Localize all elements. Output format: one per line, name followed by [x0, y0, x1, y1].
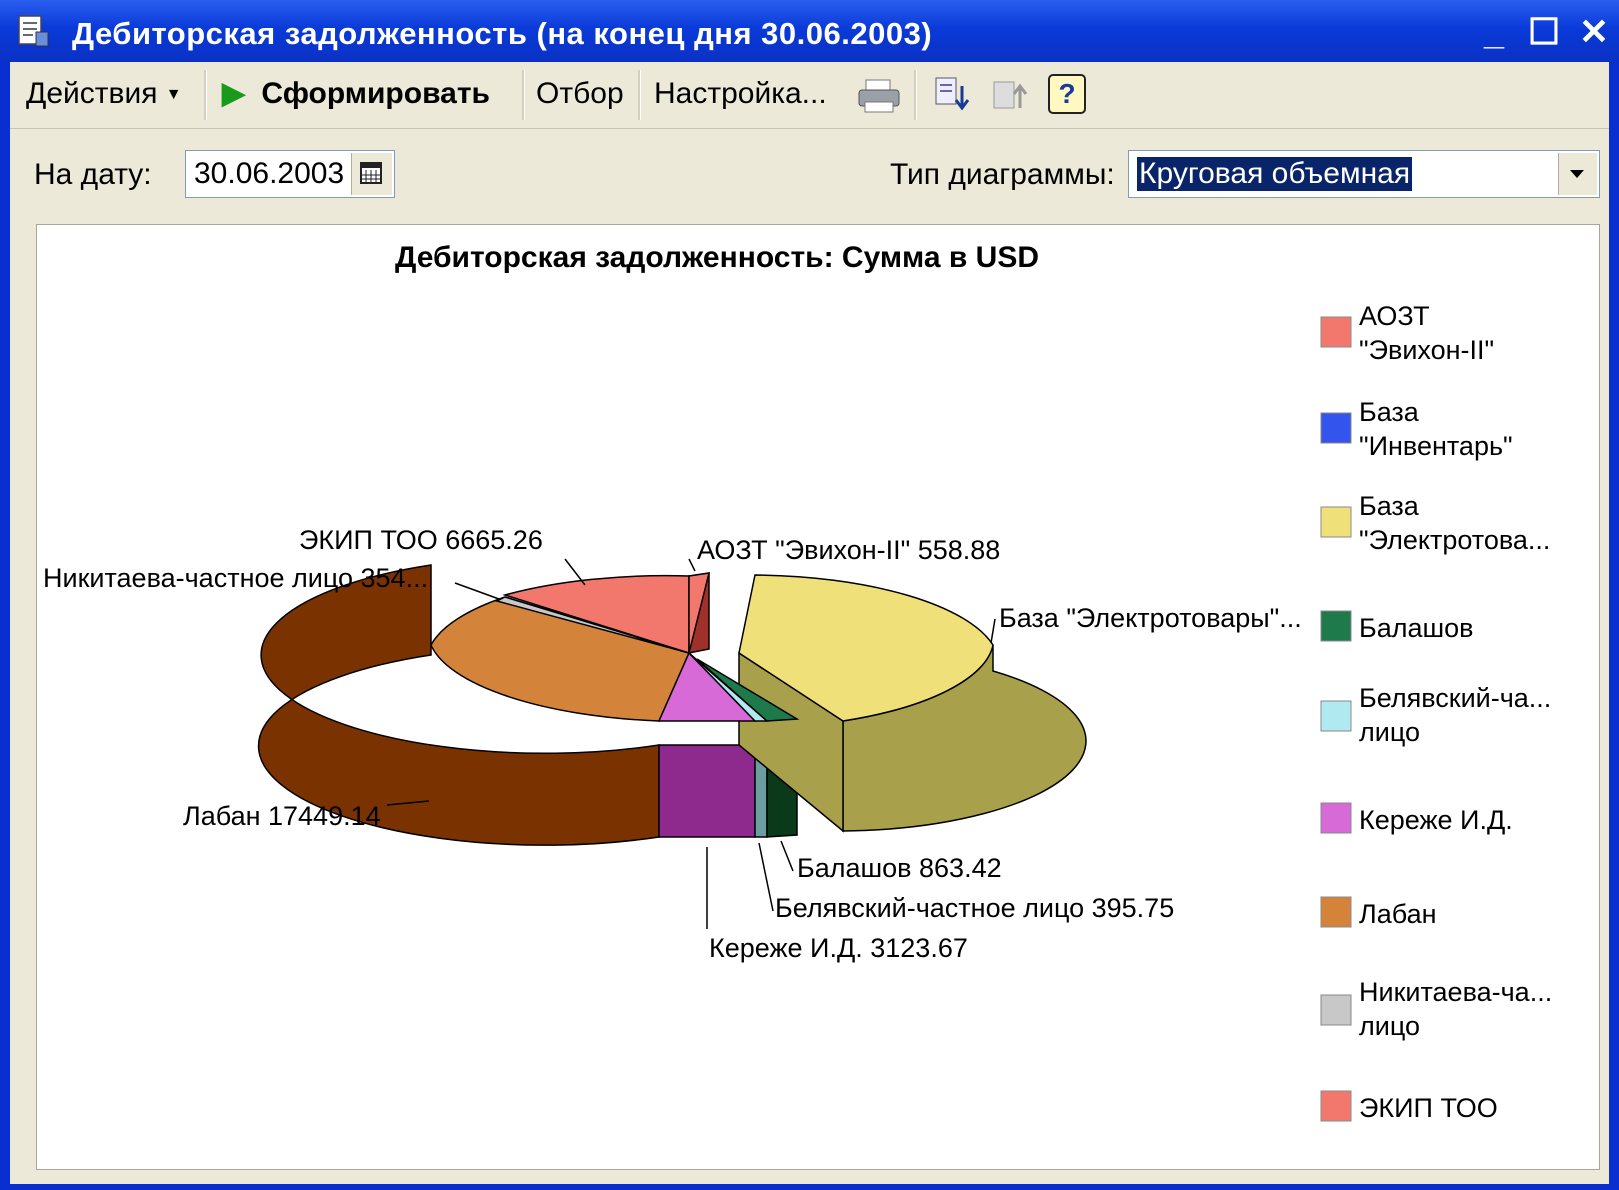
document-icon [18, 15, 49, 47]
printer-icon[interactable] [856, 76, 902, 116]
toolbar-separator [914, 70, 917, 120]
window-body: Действия ▼ ▶ Сформировать Отбор Настройк… [10, 62, 1609, 1184]
legend-swatch [1320, 994, 1352, 1026]
legend-swatch [1320, 700, 1352, 732]
legend-swatch [1320, 316, 1352, 348]
label-nikitaeva: Никитаева-частное лицо 354... [43, 563, 428, 593]
toolbar-separator [522, 70, 525, 120]
settings-button[interactable]: Настройка... [654, 72, 827, 116]
generate-label: Сформировать [261, 77, 490, 110]
legend-item: Белявский-ча... [1359, 683, 1551, 713]
legend-item: Кереже И.Д. [1359, 805, 1513, 835]
date-label: На дату: [34, 158, 152, 191]
window-title: Дебиторская задолженность (на конец дня … [72, 16, 933, 51]
chevron-down-icon [1570, 170, 1584, 178]
help-icon[interactable]: ? [1048, 74, 1086, 114]
actions-label: Действия [26, 77, 158, 110]
chart-legend: АОЗТ "Эвихон-II" База "Инвентарь" База "… [1320, 301, 1552, 1123]
chart-type-label: Тип диаграммы: [890, 158, 1115, 191]
legend-swatch [1320, 1090, 1352, 1122]
legend-item: ЭКИП ТОО [1359, 1093, 1498, 1123]
toolbar-separator [204, 70, 207, 120]
date-value: 30.06.2003 [194, 157, 345, 190]
legend-item: "Инвентарь" [1359, 431, 1513, 461]
legend-item: База [1359, 397, 1420, 427]
legend-swatch [1320, 412, 1352, 444]
chart-title: Дебиторская задолженность: Сумма в USD [395, 241, 1039, 274]
download-icon[interactable] [932, 74, 976, 118]
upload-icon[interactable] [990, 74, 1034, 118]
minimize-button[interactable]: _ [1474, 12, 1514, 52]
chart-area: Дебиторская задолженность: Сумма в USD Э… [36, 224, 1600, 1170]
label-aozt: АОЗТ "Эвихон-II" 558.88 [697, 535, 1000, 565]
filter-button[interactable]: Отбор [536, 72, 624, 116]
legend-swatch [1320, 506, 1352, 538]
legend-item: Лабан [1359, 899, 1437, 929]
close-button[interactable]: ✕ [1574, 12, 1614, 52]
pie-chart: Дебиторская задолженность: Сумма в USD Э… [43, 241, 1552, 1123]
legend-item: База [1359, 491, 1420, 521]
report-window: Дебиторская задолженность (на конец дня … [0, 0, 1619, 1190]
legend-item: лицо [1359, 717, 1420, 747]
label-kerezhe: Кереже И.Д. 3123.67 [709, 933, 968, 963]
legend-swatch [1320, 610, 1352, 642]
legend-item: Никитаева-ча... [1359, 977, 1552, 1007]
actions-menu[interactable]: Действия ▼ [26, 72, 182, 116]
calendar-button[interactable] [351, 153, 392, 195]
toolbar: Действия ▼ ▶ Сформировать Отбор Настройк… [10, 62, 1609, 129]
calendar-icon [360, 162, 382, 184]
label-electro: База "Электротовары"... [999, 603, 1302, 633]
label-belyavsky: Белявский-частное лицо 395.75 [775, 893, 1174, 923]
slice-kerezhe-side [658, 744, 756, 838]
maximize-button[interactable]: ☐ [1524, 12, 1564, 52]
legend-item: АОЗТ [1359, 301, 1430, 331]
legend-item: "Электротова... [1359, 525, 1550, 555]
play-icon: ▶ [222, 77, 246, 110]
legend-swatch [1320, 802, 1352, 834]
chart-type-value: Круговая объемная [1137, 157, 1413, 191]
legend-item: "Эвихон-II" [1359, 335, 1494, 365]
generate-button[interactable]: ▶ Сформировать [222, 72, 490, 116]
legend-item: Балашов [1359, 613, 1474, 643]
chart-type-select[interactable]: Круговая объемная [1128, 150, 1600, 198]
toolbar-separator [638, 70, 641, 120]
title-bar[interactable]: Дебиторская задолженность (на конец дня … [0, 0, 1619, 62]
date-input[interactable]: 30.06.2003 [185, 150, 395, 198]
label-laban: Лабан 17449.14 [183, 801, 381, 831]
legend-item: лицо [1359, 1011, 1420, 1041]
chevron-down-icon: ▼ [165, 86, 182, 104]
label-ekip: ЭКИП ТОО 6665.26 [299, 525, 543, 555]
legend-swatch [1320, 896, 1352, 928]
dropdown-button[interactable] [1558, 153, 1597, 195]
label-balashov: Балашов 863.42 [797, 853, 1002, 883]
